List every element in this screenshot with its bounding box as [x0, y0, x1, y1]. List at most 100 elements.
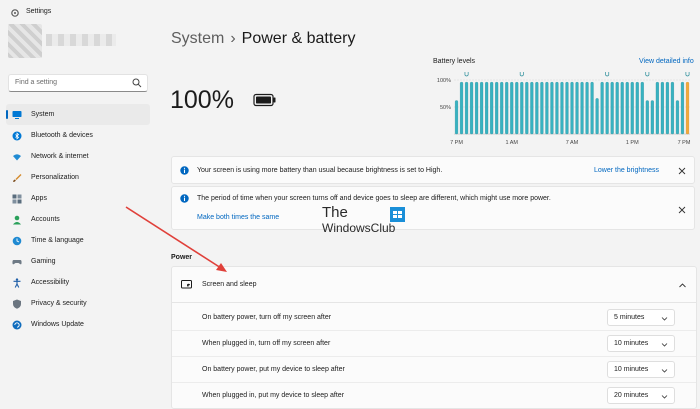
battery-bar — [630, 82, 634, 135]
section-label-power: Power — [171, 254, 193, 261]
sidebar-item-privacy-security[interactable]: Privacy & security — [6, 293, 150, 314]
bluetooth-icon — [12, 131, 22, 140]
battery-bar — [545, 82, 549, 135]
setting-row: When plugged in, put my device to sleep … — [172, 382, 696, 409]
chevron-down-icon — [661, 369, 668, 373]
update-icon — [12, 320, 22, 329]
watermark-line1: The — [322, 204, 348, 221]
battery-bar — [470, 82, 474, 135]
banner-message: The period of time when your screen turn… — [197, 195, 551, 202]
avatar[interactable] — [8, 24, 42, 58]
watermark: The WindowsClub — [322, 204, 405, 235]
battery-bar — [670, 82, 674, 135]
setting-label: On battery power, put my device to sleep… — [202, 366, 345, 373]
sleep-battery-dropdown[interactable]: 10 minutes — [607, 361, 675, 378]
setting-label: When plugged in, put my device to sleep … — [202, 392, 345, 399]
x-tick-label: 7 PM — [450, 140, 463, 146]
plug-icon — [645, 72, 650, 77]
wifi-icon — [13, 153, 21, 160]
battery-bar — [615, 82, 619, 135]
search-input[interactable]: Find a setting — [8, 74, 148, 92]
screen-sleep-card: Screen and sleep On battery power, turn … — [171, 266, 697, 409]
close-icon[interactable] — [678, 206, 686, 214]
search-icon[interactable] — [132, 78, 142, 88]
battery-bar — [520, 82, 524, 135]
y-tick-label: 100% — [437, 78, 451, 84]
sidebar-item-network[interactable]: Network & internet — [6, 146, 150, 167]
sidebar-item-accessibility[interactable]: Accessibility — [6, 272, 150, 293]
battery-bar — [540, 82, 544, 135]
battery-bar — [495, 82, 499, 135]
sidebar-item-apps[interactable]: Apps — [6, 188, 150, 209]
dropdown-value: 10 minutes — [614, 366, 649, 373]
search-placeholder: Find a setting — [15, 79, 58, 86]
battery-bar — [460, 82, 464, 135]
screen-sleep-header[interactable]: Screen and sleep — [172, 267, 696, 303]
person-icon — [13, 215, 21, 224]
battery-bar — [570, 82, 574, 135]
battery-bar — [565, 82, 569, 135]
globe-clock-icon — [12, 236, 22, 245]
account-name-blurred — [46, 34, 116, 46]
breadcrumb-parent[interactable]: System — [171, 30, 224, 47]
plug-icon — [519, 72, 524, 77]
battery-bar — [595, 98, 599, 135]
battery-bar — [655, 82, 659, 135]
x-tick-label: 7 AM — [566, 140, 579, 146]
lower-brightness-link[interactable]: Lower the brightness — [594, 167, 659, 174]
sidebar-item-label: Personalization — [31, 174, 79, 181]
sidebar-item-windows-update[interactable]: Windows Update — [6, 314, 150, 335]
battery-bar — [555, 82, 559, 135]
brightness-banner: Your screen is using more battery than u… — [171, 156, 695, 184]
battery-bar — [610, 82, 614, 135]
screen-off-plugged-dropdown[interactable]: 10 minutes — [607, 335, 675, 352]
make-times-same-link[interactable]: Make both times the same — [197, 214, 279, 221]
sidebar-item-label: Bluetooth & devices — [31, 132, 93, 139]
battery-bar — [645, 100, 649, 135]
chart-title: Battery levels — [433, 58, 476, 65]
battery-bar — [680, 82, 684, 135]
monitor-icon — [12, 110, 22, 119]
y-tick-label: 50% — [440, 105, 451, 111]
battery-bar — [485, 82, 489, 135]
battery-bar — [675, 100, 679, 135]
sidebar-item-personalization[interactable]: Personalization — [6, 167, 150, 188]
sidebar-item-system[interactable]: System — [6, 104, 150, 125]
view-detailed-info-link[interactable]: View detailed info — [639, 58, 694, 65]
battery-bar — [465, 82, 469, 135]
battery-bar — [660, 82, 664, 135]
sidebar-item-bluetooth[interactable]: Bluetooth & devices — [6, 125, 150, 146]
battery-bar — [475, 82, 479, 135]
sleep-plugged-dropdown[interactable]: 20 minutes — [607, 387, 675, 404]
setting-label: On battery power, turn off my screen aft… — [202, 314, 332, 321]
battery-levels-chart: 100% 50% 7 PM 1 AM 7 AM 1 PM 7 PM — [437, 72, 691, 146]
accessibility-icon — [13, 277, 21, 288]
battery-bar — [525, 82, 529, 135]
shield-icon — [13, 299, 21, 309]
info-icon — [180, 194, 189, 203]
apps-icon — [12, 194, 22, 203]
chevron-up-icon[interactable] — [678, 281, 687, 290]
screen-off-battery-dropdown[interactable]: 5 minutes — [607, 309, 675, 326]
sidebar-item-label: Privacy & security — [31, 300, 87, 307]
battery-bar — [550, 82, 554, 135]
sidebar-item-label: System — [31, 111, 55, 118]
close-icon[interactable] — [678, 167, 686, 175]
sidebar-item-label: Accounts — [31, 216, 60, 223]
brush-icon — [13, 173, 22, 182]
battery-bar — [505, 82, 509, 135]
battery-bar — [605, 82, 609, 135]
battery-bar — [510, 82, 514, 135]
sidebar-item-time-language[interactable]: Time & language — [6, 230, 150, 251]
sidebar-item-gaming[interactable]: Gaming — [6, 251, 150, 272]
battery-bar — [685, 82, 690, 135]
settings-gear-icon — [11, 9, 19, 17]
chevron-down-icon — [661, 395, 668, 399]
battery-bar — [535, 82, 539, 135]
chevron-down-icon — [661, 317, 668, 321]
sidebar-item-label: Apps — [31, 195, 47, 202]
sidebar-item-accounts[interactable]: Accounts — [6, 209, 150, 230]
plug-icon — [685, 72, 690, 77]
setting-row: On battery power, put my device to sleep… — [172, 356, 696, 383]
info-icon — [180, 166, 189, 175]
